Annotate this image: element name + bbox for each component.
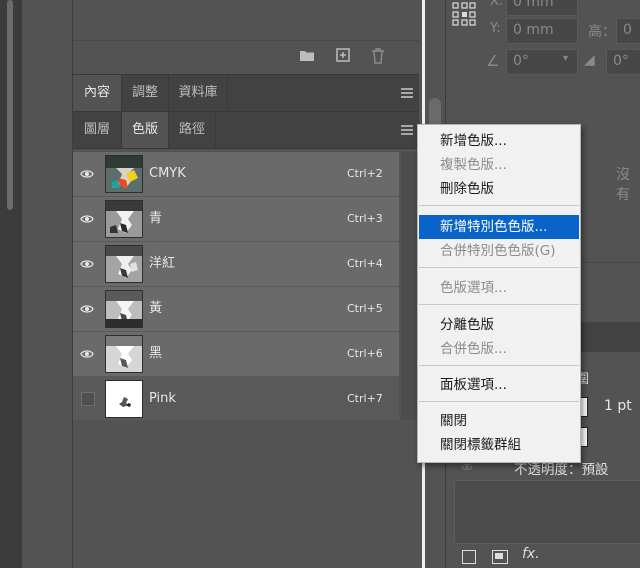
height-label: 高： [588, 24, 616, 40]
channel-row-black[interactable]: 黑 Ctrl+6 [73, 332, 399, 377]
left-gap [22, 0, 72, 568]
channels-panel-column: 內容 調整 資料庫 圖層 色版 路徑 CMYK Ctrl+2 青 Ctrl+3 [72, 0, 423, 568]
menu-item-merge-channels[interactable]: 合併色版... [419, 337, 579, 361]
angle-icon: ∠ [486, 52, 500, 70]
menu-item-delete-channel[interactable]: 刪除色版 [419, 177, 579, 201]
height-field[interactable]: 0 [616, 18, 640, 44]
reference-point-icon[interactable] [452, 2, 476, 26]
square-icon[interactable] [462, 550, 476, 564]
eye-icon[interactable] [80, 258, 94, 270]
stroke-width-value: 1 pt [604, 398, 632, 414]
menu-item-panel-options[interactable]: 面板選項... [419, 373, 579, 397]
tab-properties[interactable]: 內容 [73, 75, 122, 111]
skew-field[interactable]: 0° [606, 49, 640, 75]
tab-layers[interactable]: 圖層 [73, 112, 122, 148]
new-layer-icon[interactable] [335, 48, 351, 64]
y-label: Y: [490, 21, 501, 36]
menu-item-split-channels[interactable]: 分離色版 [419, 313, 579, 337]
channel-thumbnail-yellow [105, 290, 143, 328]
eye-icon[interactable] [460, 462, 474, 472]
tab-channels[interactable]: 色版 [122, 112, 169, 148]
channel-shortcut: Ctrl+6 [347, 347, 383, 360]
chevron-down-icon: ▾ [563, 53, 569, 64]
channel-shortcut: Ctrl+5 [347, 302, 383, 315]
mask-icon[interactable] [492, 550, 508, 564]
channel-list: CMYK Ctrl+2 青 Ctrl+3 洋紅 Ctrl+4 黃 Ctrl+5 … [73, 152, 399, 422]
left-scrollbar[interactable] [7, 0, 13, 210]
panel-tab-bar: 圖層 色版 路徑 [73, 112, 419, 149]
menu-separator [419, 365, 579, 366]
eye-icon[interactable] [80, 303, 94, 315]
channel-row-cyan[interactable]: 青 Ctrl+3 [73, 197, 399, 242]
x-label: X: [490, 0, 504, 9]
eye-icon[interactable] [80, 213, 94, 225]
fx-icon[interactable]: fx. [522, 546, 540, 562]
angle-value: 0° [513, 53, 529, 69]
menu-separator [419, 205, 579, 206]
folder-icon[interactable] [299, 48, 315, 64]
channels-panel-menu-icon[interactable] [401, 125, 413, 135]
channel-name: Pink [149, 391, 176, 406]
channel-name: 黃 [149, 301, 163, 316]
skew-icon: ◢ [584, 52, 595, 68]
menu-item-new-channel[interactable]: 新增色版... [419, 129, 579, 153]
channel-thumbnail-cmyk [105, 155, 143, 193]
channel-row-cmyk[interactable]: CMYK Ctrl+2 [73, 152, 399, 197]
channel-thumbnail-cyan [105, 200, 143, 238]
channel-shortcut: Ctrl+4 [347, 257, 383, 270]
channel-shortcut: Ctrl+7 [347, 392, 383, 405]
channel-shortcut: Ctrl+2 [347, 167, 383, 180]
height-value: 0 [623, 22, 632, 38]
channel-name: 青 [149, 211, 163, 226]
channel-row-magenta[interactable]: 洋紅 Ctrl+4 [73, 242, 399, 287]
top-panel-menu-icon[interactable] [401, 88, 413, 98]
y-field[interactable]: 0 mm [506, 18, 578, 44]
menu-separator [419, 267, 579, 268]
menu-item-close-tab-group[interactable]: 關閉標籤群組 [419, 433, 579, 457]
upper-panel-area [73, 0, 419, 41]
no-properties-text: 沒有 [616, 167, 630, 203]
y-value: 0 mm [513, 22, 554, 38]
menu-item-new-spot-channel[interactable]: 新增特別色色版... [419, 215, 579, 239]
tab-adjustments[interactable]: 調整 [122, 75, 169, 111]
tab-libraries[interactable]: 資料庫 [169, 75, 228, 111]
channel-thumbnail-black [105, 335, 143, 373]
channel-thumbnail-magenta [105, 245, 143, 283]
menu-item-merge-spot-channel[interactable]: 合併特別色色版(G) [419, 239, 579, 263]
tab-paths[interactable]: 路徑 [169, 112, 216, 148]
eye-icon[interactable] [80, 348, 94, 360]
visibility-toggle-empty[interactable] [81, 392, 95, 406]
channel-list-empty-area [73, 420, 399, 568]
channel-thumbnail-pink [105, 380, 143, 418]
menu-item-duplicate-channel[interactable]: 複製色版... [419, 153, 579, 177]
x-field[interactable]: 0 mm [506, 0, 578, 16]
menu-item-close[interactable]: 關閉 [419, 409, 579, 433]
channel-row-pink[interactable]: Pink Ctrl+7 [73, 377, 399, 422]
skew-value: 0° [613, 53, 629, 69]
angle-field[interactable]: 0° ▾ [506, 49, 578, 75]
x-value: 0 mm [513, 0, 554, 10]
properties-empty-box [454, 480, 640, 544]
trash-icon[interactable] [370, 48, 386, 64]
channel-name: 洋紅 [149, 256, 176, 271]
channel-row-yellow[interactable]: 黃 Ctrl+5 [73, 287, 399, 332]
channel-name: 黑 [149, 346, 163, 361]
eye-icon[interactable] [80, 168, 94, 180]
channel-name: CMYK [149, 166, 186, 181]
channel-shortcut: Ctrl+3 [347, 212, 383, 225]
channel-list-scrollbar[interactable] [401, 152, 417, 420]
top-tab-bar: 內容 調整 資料庫 [73, 74, 419, 112]
upper-panel-toolbar [73, 41, 419, 71]
channels-context-menu: 新增色版... 複製色版... 刪除色版 新增特別色色版... 合併特別色色版(… [417, 124, 581, 463]
menu-item-channel-options[interactable]: 色版選項... [419, 276, 579, 300]
menu-separator [419, 304, 579, 305]
menu-separator [419, 401, 579, 402]
